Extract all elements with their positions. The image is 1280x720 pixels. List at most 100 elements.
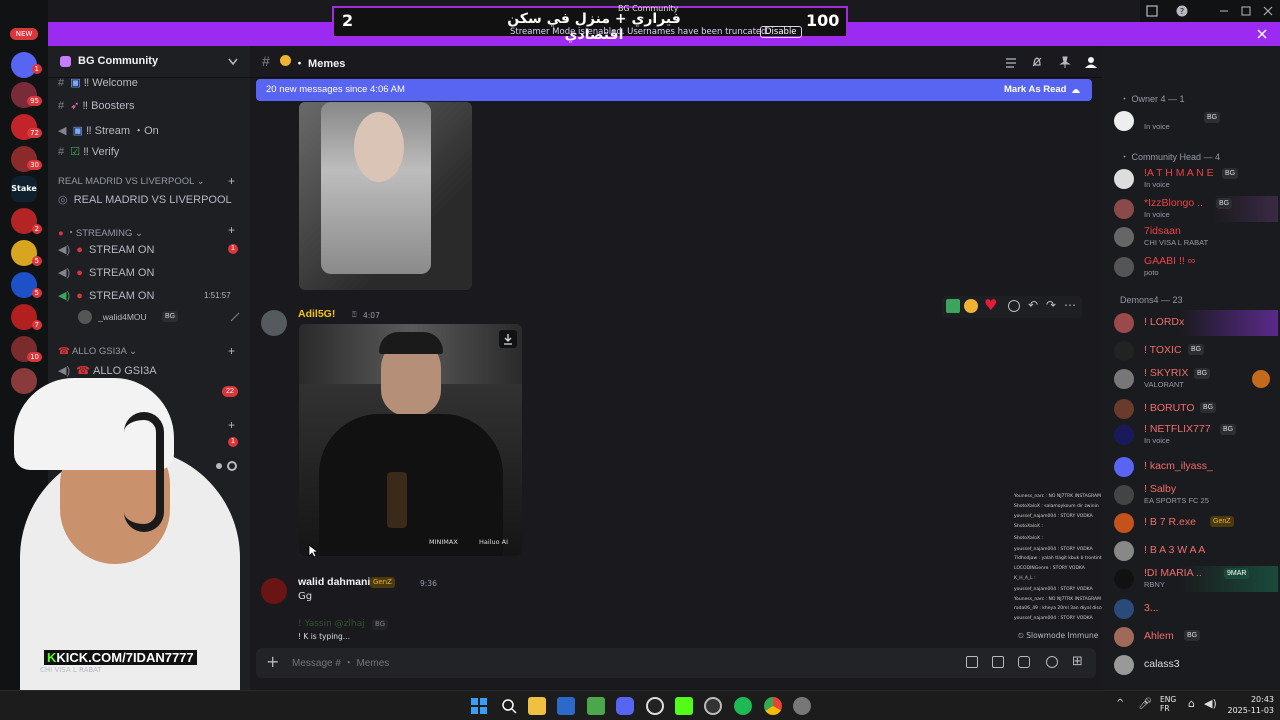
voice-user[interactable]: _walid4MOU BG: [78, 310, 228, 326]
member-item[interactable]: !DI MARIA .. RBNY 9MAR: [1114, 566, 1278, 592]
add-channel-icon[interactable]: +: [228, 174, 235, 188]
channel-stream-2[interactable]: ◀) ● STREAM ON: [58, 266, 154, 279]
disable-button[interactable]: Disable: [760, 26, 802, 38]
member-item[interactable]: ! LORDx: [1114, 310, 1278, 336]
channel-boosters[interactable]: # ➶ ‼ Boosters: [58, 99, 135, 112]
kick-icon[interactable]: [675, 697, 693, 715]
category-allo[interactable]: ☎ ALLO GSI3A ⌄: [58, 346, 137, 357]
search-icon[interactable]: [500, 697, 518, 715]
member-item[interactable]: 3...: [1114, 596, 1278, 622]
category-streaming[interactable]: ● ・STREAMING ⌄: [58, 225, 143, 239]
gift-icon[interactable]: [966, 656, 978, 668]
server-icon-stake[interactable]: Stake: [11, 176, 37, 202]
network-icon[interactable]: ⌂: [1188, 697, 1195, 710]
emoji-picker-icon[interactable]: [1046, 656, 1058, 668]
new-messages-bar[interactable]: 20 new messages since 4:06 AM Mark As Re…: [256, 79, 1092, 101]
gif-icon[interactable]: [992, 656, 1004, 668]
member-item[interactable]: In voice BG: [1114, 108, 1278, 134]
inbox-icon[interactable]: [1146, 5, 1158, 17]
channel-realmadrid[interactable]: ◎ REAL MADRID VS LIVERPOOL: [58, 193, 232, 206]
check-reaction-icon[interactable]: [946, 299, 960, 313]
member-item[interactable]: ! B 7 R.exe GenZ: [1114, 510, 1278, 536]
member-item[interactable]: ! SKYRIX VALORANT BG: [1114, 366, 1278, 392]
app-icon[interactable]: [587, 697, 605, 715]
image-attachment[interactable]: MINIMAX Hailuo AI: [299, 324, 522, 556]
discord-icon[interactable]: [616, 697, 634, 715]
member-item[interactable]: ! BORUTO BG: [1114, 396, 1278, 422]
store-icon[interactable]: [557, 697, 575, 715]
add-channel-icon[interactable]: +: [228, 223, 235, 237]
threads-icon[interactable]: [1004, 55, 1018, 69]
server-header[interactable]: BG Community: [48, 46, 250, 78]
avatar: [1114, 257, 1134, 277]
minimize-icon[interactable]: [1218, 5, 1230, 17]
file-explorer-icon[interactable]: [528, 697, 546, 715]
maximize-icon[interactable]: [1240, 5, 1252, 17]
member-item[interactable]: !A T H M A N E In voice BG: [1114, 166, 1278, 192]
laugh-reaction-icon[interactable]: [964, 299, 978, 313]
channel-welcome[interactable]: # ▣ ‼ Welcome: [58, 76, 138, 89]
mic-icon[interactable]: 🎤︎: [1138, 697, 1152, 710]
pin-icon[interactable]: [1058, 55, 1072, 69]
settings-icon[interactable]: [793, 697, 811, 715]
members-icon[interactable]: [1084, 55, 1098, 69]
more-icon[interactable]: ⋯: [1064, 298, 1076, 312]
spotify-icon[interactable]: [734, 697, 752, 715]
avatar[interactable]: [261, 310, 287, 336]
promo-community: BG Community: [618, 4, 679, 13]
bell-muted-icon[interactable]: [1030, 55, 1044, 69]
volume-icon[interactable]: ◀): [1204, 697, 1217, 710]
avatar: [1114, 655, 1134, 675]
role-tag: BG: [1200, 402, 1217, 413]
faded-author: ! Yassin @zlhaj: [298, 619, 365, 629]
member-item[interactable]: 7idsaan CHI VISA L RABAT: [1114, 224, 1278, 250]
member-item[interactable]: Ahlem BG: [1114, 624, 1278, 650]
reply-icon[interactable]: ↶: [1028, 298, 1038, 312]
download-button[interactable]: [499, 330, 517, 348]
member-name: Ahlem: [1144, 630, 1174, 642]
add-reaction-icon[interactable]: [1008, 300, 1020, 312]
sticker-icon[interactable]: [1018, 656, 1030, 668]
overlay-line: youssef_najam004 : STORY VODKA: [1014, 547, 1093, 552]
channel-allo[interactable]: ◀) ☎ ALLO GSI3A: [58, 364, 157, 377]
chrome-icon[interactable]: [764, 697, 782, 715]
streamer-mode-text: Streamer Mode is enabled. Usernames have…: [510, 27, 770, 37]
obs-icon[interactable]: [646, 697, 664, 715]
message-author[interactable]: Adil5G!: [298, 308, 335, 320]
add-channel-icon[interactable]: +: [228, 344, 235, 358]
message-author[interactable]: walid dahmani: [298, 576, 370, 588]
forward-icon[interactable]: ↷: [1046, 298, 1056, 312]
apps-icon[interactable]: ⊞: [1072, 654, 1083, 669]
member-item[interactable]: ! kacm_ilyass_: [1114, 454, 1278, 480]
member-item[interactable]: ! NETFLIX777 In voice BG: [1114, 422, 1278, 448]
member-item[interactable]: calass3: [1114, 652, 1278, 678]
channel-stream-on[interactable]: ◀ ▣ ‼ Stream ・On: [58, 122, 159, 138]
channel-stream-1[interactable]: ◀) ● STREAM ON: [58, 243, 154, 256]
member-item[interactable]: ! TOXIC BG: [1114, 338, 1278, 364]
live-dot-icon: ●: [76, 244, 83, 256]
member-item[interactable]: *IzzBlongo .. In voice BG: [1114, 196, 1278, 222]
message-input[interactable]: [292, 654, 912, 672]
mark-as-read-button[interactable]: Mark As Read: [1004, 84, 1066, 95]
app-icon[interactable]: [704, 697, 722, 715]
message-composer[interactable]: + ⊞: [256, 648, 1096, 678]
megaphone-icon: ◀: [58, 125, 67, 137]
image-attachment[interactable]: [299, 102, 472, 290]
unread-badge: 72: [27, 128, 42, 138]
channel-stream-3[interactable]: ◀) ● STREAM ON: [58, 289, 154, 302]
member-item[interactable]: ! B A 3 W A A: [1114, 538, 1278, 564]
language-indicator[interactable]: ENG FR: [1160, 695, 1176, 713]
start-icon[interactable]: [470, 697, 488, 715]
window-close-icon[interactable]: [1262, 5, 1274, 17]
member-item[interactable]: GAABI !! ∞ poto: [1114, 254, 1278, 280]
overlay-line: K_H_A_L :: [1014, 576, 1036, 581]
help-icon[interactable]: ?: [1176, 5, 1188, 17]
heart-reaction-icon[interactable]: ♥: [984, 296, 997, 314]
channel-verify[interactable]: # ☑ ‼ Verify: [58, 145, 119, 158]
category-realmadrid[interactable]: REAL MADRID VS LIVERPOOL ⌄: [58, 176, 205, 187]
member-item[interactable]: ! Salby EA SPORTS FC 25: [1114, 482, 1278, 508]
message-text: Gg: [298, 591, 313, 602]
close-icon[interactable]: [1256, 28, 1268, 40]
chevron-up-icon[interactable]: ^: [1116, 698, 1124, 709]
clock[interactable]: 20:43 2025-11-03: [1222, 694, 1275, 716]
